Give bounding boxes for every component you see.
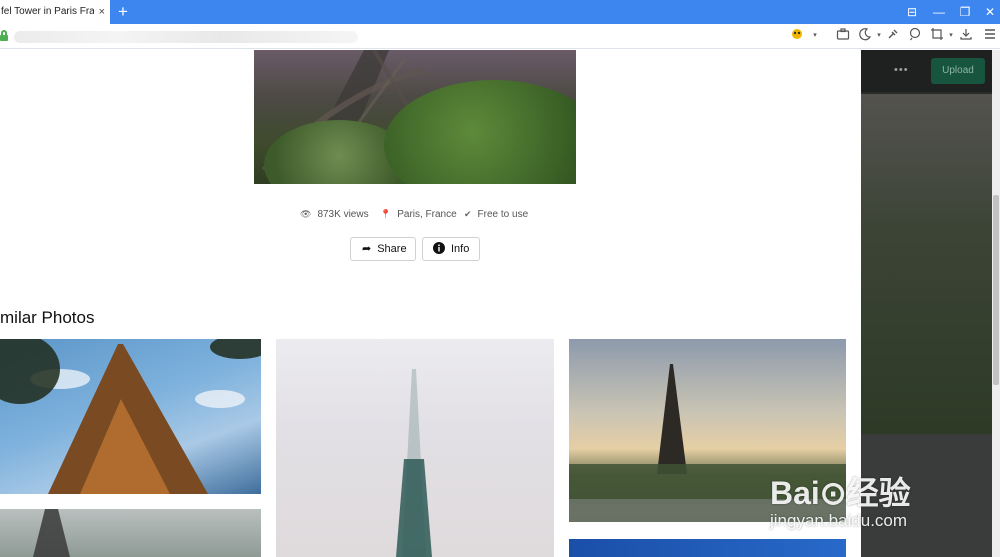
similar-photo-3[interactable] <box>276 339 554 557</box>
location-text: Paris, France <box>397 209 457 220</box>
views-text: 873K views <box>317 209 369 220</box>
share-label: Share <box>377 243 407 255</box>
similar-photos-heading: milar Photos <box>0 308 95 327</box>
browser-tab-bar: fel Tower in Paris Frar × + ⊟ — ❐ ✕ <box>0 0 1000 24</box>
watermark: Bai⊙经验 jingyan.baidu.com <box>770 448 970 538</box>
map-pin-icon: 📍 <box>380 209 392 219</box>
share-arrow-icon: ➦ <box>362 243 372 255</box>
similar-photo-5[interactable] <box>569 539 846 557</box>
eye-icon: 👁 <box>300 209 312 219</box>
watermark-url: jingyan.baidu.com <box>770 511 908 530</box>
location-stat[interactable]: 📍 Paris, France <box>380 209 457 220</box>
tab-close-icon[interactable]: × <box>99 0 105 24</box>
search-bubble-icon[interactable] <box>906 27 924 45</box>
upload-button: Upload <box>931 58 985 84</box>
minimize-button[interactable]: — <box>925 0 953 24</box>
license-text: Free to use <box>477 209 529 220</box>
extension-dropdown-icon[interactable]: ▾ <box>806 27 824 45</box>
views-stat: 👁 873K views <box>300 209 369 220</box>
tab-title: fel Tower in Paris Frar <box>1 6 94 17</box>
maximize-button[interactable]: ❐ <box>951 0 979 24</box>
watermark-brand: Bai⊙经验 <box>770 475 911 511</box>
hero-photo-eiffel-tower[interactable] <box>254 50 576 184</box>
info-label: Info <box>451 243 470 255</box>
share-button[interactable]: ➦ Share <box>350 237 416 261</box>
browser-tab[interactable]: fel Tower in Paris Frar × <box>0 0 110 24</box>
window-layout-icon[interactable]: ⊟ <box>898 0 926 24</box>
menu-icon[interactable] <box>981 27 999 45</box>
background-photo <box>861 94 992 434</box>
license-stat[interactable]: ✔ Free to use <box>464 209 528 220</box>
tools-icon[interactable] <box>884 27 902 45</box>
scrollbar-thumb[interactable] <box>993 195 999 385</box>
info-button[interactable]: Info <box>422 237 480 261</box>
extension-icon[interactable] <box>788 27 806 45</box>
similar-photo-2[interactable] <box>0 509 261 557</box>
more-options-icon: ••• <box>894 64 909 76</box>
info-icon <box>433 238 445 260</box>
new-tab-button[interactable]: + <box>118 1 128 23</box>
download-icon[interactable] <box>957 27 975 45</box>
url-field-redacted[interactable] <box>14 31 358 43</box>
toolbox-icon[interactable] <box>834 27 852 45</box>
background-header: ••• Upload <box>861 50 992 92</box>
close-window-button[interactable]: ✕ <box>976 0 1000 24</box>
check-circle-icon: ✔ <box>464 209 472 219</box>
secure-lock-icon <box>0 30 8 41</box>
similar-photo-1[interactable] <box>0 339 261 494</box>
